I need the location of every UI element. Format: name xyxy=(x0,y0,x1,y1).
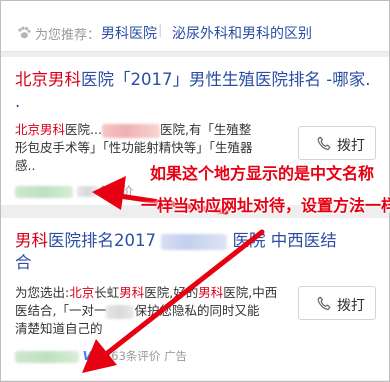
annotation-arrow-lower xyxy=(93,229,265,365)
annotation-arrows xyxy=(82,176,265,373)
annotation-arrowhead-lower xyxy=(82,339,117,373)
annotation-text-line1: 如果这个地方显示的是中文名称 xyxy=(150,164,375,183)
annotation-arrowhead-upper xyxy=(92,176,126,210)
annotation-text-line2: 一样当对应网址对待，设置方法一样 xyxy=(141,196,390,215)
